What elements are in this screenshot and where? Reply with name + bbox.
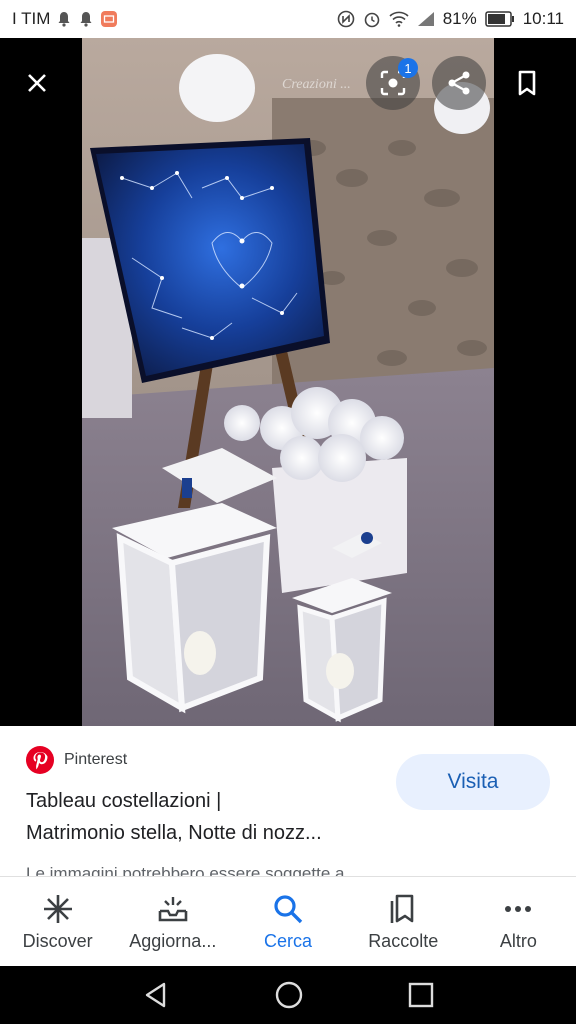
battery-icon [484,11,514,27]
save-button[interactable] [500,56,554,110]
status-bar: I TIM 81% 10:11 [0,0,576,38]
search-icon [274,895,303,924]
nav-discover[interactable]: Discover [0,877,115,966]
nav-label: Altro [499,931,537,951]
bookmark-icon [518,70,536,96]
seating-chart-photo: Creazioni ... [82,38,494,726]
result-title-line-2[interactable]: Matrimonio stella, Notte di nozz... [26,822,322,845]
share-button[interactable] [432,56,486,110]
recents-icon[interactable] [408,982,434,1008]
notification-bell-icon [80,12,92,27]
nav-label: Aggiorna... [129,931,217,951]
close-button[interactable] [10,56,64,110]
clock: 10:11 [522,9,564,28]
source-name: Pinterest [64,751,128,768]
result-title-line-1[interactable]: Tableau costellazioni | [26,790,221,813]
share-icon [448,71,470,95]
nav-search[interactable]: Cerca [230,877,345,966]
bottom-navigation: Discover Aggiorna... Cerca Raccolte Altr… [0,876,576,966]
nav-label: Raccolte [368,931,439,951]
photo-watermark: Creazioni ... [282,77,351,92]
system-navigation-bar [0,966,576,1024]
nav-collections[interactable]: Raccolte [346,877,461,966]
visit-button[interactable]: Visita [396,754,550,810]
close-icon [28,74,46,92]
nav-updates[interactable]: Aggiorna... [115,877,230,966]
mail-app-icon [101,11,118,27]
image-viewer: Creazioni ... 1 [0,38,576,726]
lens-button[interactable]: 1 [366,56,420,110]
source-row[interactable]: Pinterest [26,746,127,774]
wifi-icon [389,11,409,27]
updates-icon [158,897,188,922]
photo[interactable]: Creazioni ... [82,38,494,726]
nfc-icon [337,10,354,28]
lens-badge: 1 [398,58,418,78]
signal-icon [417,12,434,26]
notification-bell-icon [58,12,70,27]
asterisk-icon [43,895,72,923]
carrier-label: I TIM [12,9,51,28]
copyright-disclaimer: Le immagini potrebbero essere soggette a… [26,864,359,876]
more-icon [505,906,532,912]
collections-icon [390,894,414,923]
alarm-icon [364,12,379,28]
nav-label: Cerca [264,931,313,951]
home-icon[interactable] [274,980,304,1010]
nav-more[interactable]: Altro [461,877,576,966]
nav-label: Discover [22,931,93,951]
battery-percent: 81% [442,9,477,28]
pinterest-logo-icon [26,746,54,774]
back-icon[interactable] [142,981,170,1009]
result-info-panel: Pinterest Visita Tableau costellazioni |… [0,726,576,876]
